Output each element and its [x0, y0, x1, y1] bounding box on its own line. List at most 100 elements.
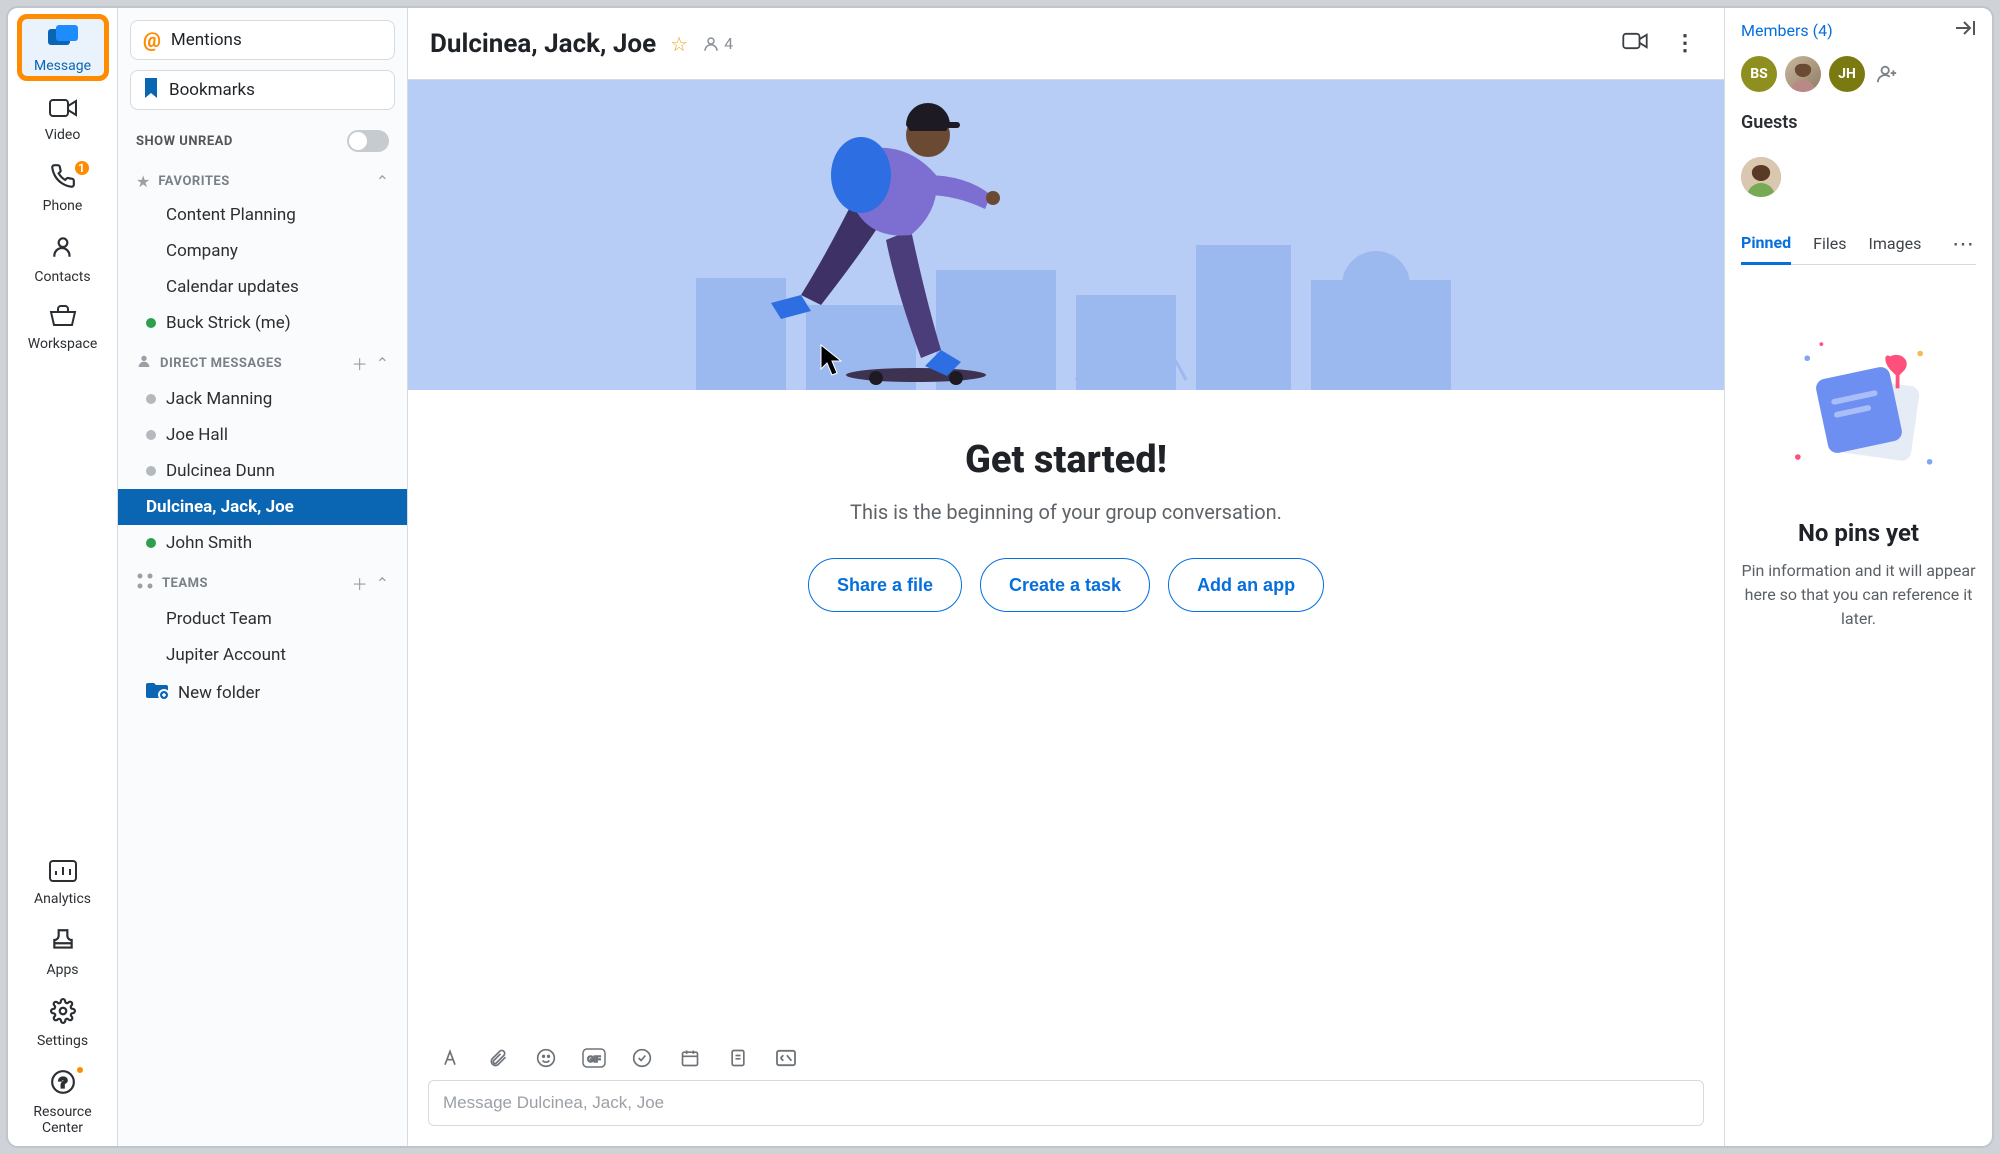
chat-hero [408, 80, 1724, 390]
create-task-button[interactable]: Create a task [980, 558, 1150, 612]
tab-images[interactable]: Images [1869, 226, 1922, 263]
avatar[interactable]: JH [1829, 56, 1865, 92]
dm-item[interactable]: Jack Manning [128, 381, 397, 417]
attachment-icon[interactable] [486, 1046, 510, 1070]
dm-item[interactable]: Joe Hall [128, 417, 397, 453]
favorite-star-icon[interactable]: ☆ [670, 32, 688, 56]
message-input[interactable] [428, 1080, 1704, 1126]
presence-dot [146, 430, 156, 440]
folder-plus-icon [146, 681, 168, 704]
tabs-more-icon[interactable]: ⋯ [1952, 232, 1976, 257]
new-folder[interactable]: New folder [128, 673, 397, 712]
plus-icon[interactable]: ＋ [352, 351, 368, 375]
nav-apps[interactable]: Apps [17, 919, 109, 982]
dm-item[interactable]: John Smith [128, 525, 397, 561]
nav-contacts-label: Contacts [34, 269, 90, 285]
nav-workspace-label: Workspace [28, 336, 98, 352]
favorite-item[interactable]: Calendar updates [128, 269, 397, 305]
chevron-up-icon[interactable]: ⌃ [376, 354, 389, 373]
member-count[interactable]: 4 [702, 34, 733, 53]
presence-dot [146, 466, 156, 476]
dm-item-active[interactable]: Dulcinea, Jack, Joe [118, 489, 407, 525]
chevron-up-icon[interactable]: ⌃ [376, 574, 389, 593]
gear-icon [50, 998, 76, 1029]
tab-pinned[interactable]: Pinned [1741, 225, 1791, 265]
start-video-icon[interactable] [1616, 27, 1654, 60]
nav-message[interactable]: Message [17, 14, 109, 81]
workspace-icon [49, 305, 77, 332]
message-icon [48, 25, 78, 54]
team-item[interactable]: Product Team [128, 601, 397, 637]
analytics-icon [49, 860, 77, 887]
composer-toolbar: GIF [428, 1042, 1704, 1080]
mentions-label: Mentions [171, 30, 242, 50]
show-unread-toggle[interactable] [347, 130, 389, 152]
teams-header[interactable]: TEAMS ＋ ⌃ [128, 565, 397, 601]
members-link[interactable]: Members (4) [1741, 21, 1833, 40]
nav-video[interactable]: Video [17, 89, 109, 147]
at-icon: @ [143, 28, 161, 52]
presence-dot [146, 318, 156, 328]
phone-badge: 1 [73, 159, 91, 177]
empty-text: Pin information and it will appear here … [1741, 559, 1976, 631]
welcome-title: Get started! [965, 438, 1167, 482]
nav-contacts[interactable]: Contacts [17, 226, 109, 289]
video-icon [49, 97, 77, 123]
more-menu-icon[interactable]: ⋮ [1668, 27, 1702, 60]
avatar[interactable]: BS [1741, 56, 1777, 92]
chat-title: Dulcinea, Jack, Joe [430, 29, 656, 59]
welcome-subtitle: This is the beginning of your group conv… [850, 500, 1282, 524]
nav-settings[interactable]: Settings [17, 990, 109, 1053]
plus-icon[interactable]: ＋ [352, 571, 368, 595]
show-unread-label: SHOW UNREAD [136, 134, 233, 149]
favorite-item[interactable]: Content Planning [128, 197, 397, 233]
team-item[interactable]: Jupiter Account [128, 637, 397, 673]
task-icon[interactable] [630, 1046, 654, 1070]
chevron-up-icon[interactable]: ⌃ [376, 172, 389, 191]
member-avatars: BS JH [1741, 56, 1976, 92]
bookmarks-button[interactable]: Bookmarks [130, 70, 395, 110]
person-icon [136, 353, 152, 373]
gif-icon[interactable]: GIF [582, 1046, 606, 1070]
nav-phone-label: Phone [43, 198, 83, 214]
empty-title: No pins yet [1798, 519, 1919, 547]
add-app-button[interactable]: Add an app [1168, 558, 1324, 612]
mentions-button[interactable]: @ Mentions [130, 20, 395, 60]
nav-message-label: Message [34, 58, 91, 74]
event-icon[interactable] [678, 1046, 702, 1070]
teams-section: TEAMS ＋ ⌃ Product Team Jupiter Account N… [118, 565, 407, 716]
nav-phone[interactable]: 1 Phone [17, 155, 109, 218]
emoji-icon[interactable] [534, 1046, 558, 1070]
favorites-header[interactable]: ★ FAVORITES ⌃ [128, 166, 397, 197]
presence-dot [146, 538, 156, 548]
note-icon[interactable] [726, 1046, 750, 1070]
tab-files[interactable]: Files [1813, 226, 1846, 263]
conversation-list: @ Mentions Bookmarks SHOW UNREAD ★ FAVOR… [118, 8, 408, 1146]
welcome-section: Get started! This is the beginning of yo… [408, 390, 1724, 634]
guest-avatar[interactable] [1741, 157, 1781, 197]
nav-apps-label: Apps [46, 962, 78, 978]
dm-section: DIRECT MESSAGES ＋ ⌃ Jack Manning Joe Hal… [118, 345, 407, 565]
share-file-button[interactable]: Share a file [808, 558, 962, 612]
contacts-icon [50, 234, 76, 265]
right-panel: Members (4) BS JH Guests Pinned Files Im… [1724, 8, 1992, 1146]
code-icon[interactable] [774, 1046, 798, 1070]
favorites-section: ★ FAVORITES ⌃ Content Planning Company C… [118, 166, 407, 345]
guests-heading: Guests [1741, 112, 1976, 133]
dm-header[interactable]: DIRECT MESSAGES ＋ ⌃ [128, 345, 397, 381]
nav-workspace[interactable]: Workspace [17, 297, 109, 356]
favorite-item[interactable]: Buck Strick (me) [128, 305, 397, 341]
add-member-icon[interactable] [1873, 60, 1901, 88]
dm-item[interactable]: Dulcinea Dunn [128, 453, 397, 489]
avatar[interactable] [1785, 56, 1821, 92]
star-icon: ★ [136, 172, 150, 191]
collapse-panel-icon[interactable] [1954, 18, 1976, 42]
nav-analytics[interactable]: Analytics [17, 852, 109, 911]
favorite-item[interactable]: Company [128, 233, 397, 269]
phone-icon [50, 163, 76, 194]
nav-rail: Message Video 1 Phone Contacts Workspa [8, 8, 118, 1146]
format-icon[interactable] [438, 1046, 462, 1070]
presence-dot [146, 394, 156, 404]
nav-resource-center[interactable]: ? Resource Center [17, 1061, 109, 1140]
person-icon [702, 35, 720, 53]
